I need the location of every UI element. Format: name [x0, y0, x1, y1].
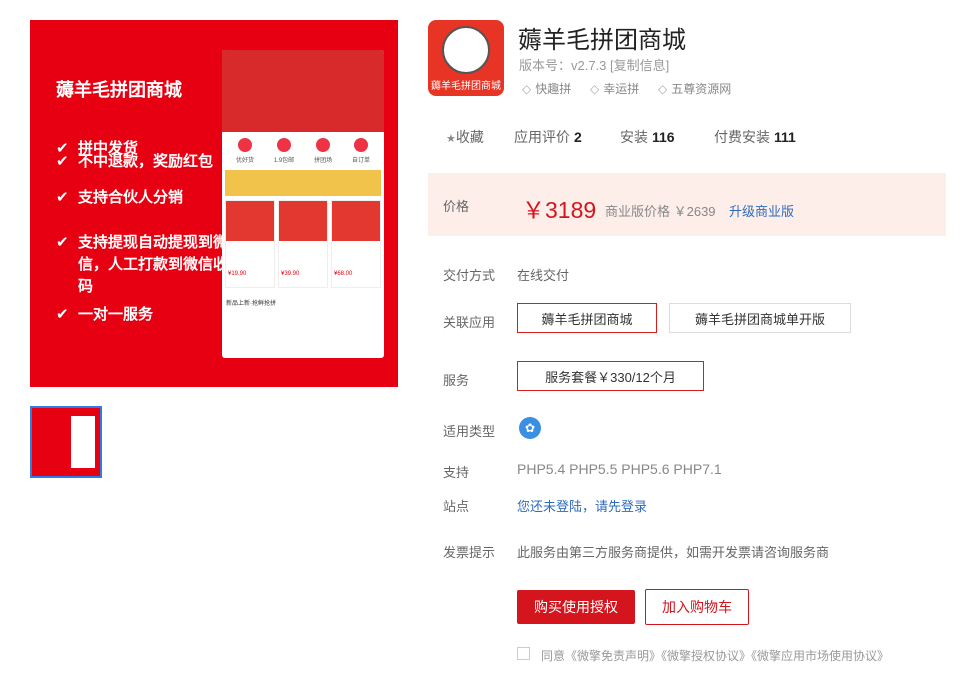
phone-mockup: 优好货 1.9包邮 拼团场 自订单 ¥19.90 ¥39.90 ¥68.00 新… — [222, 50, 384, 358]
banner-feature: ✔ 支持提现自动提现到微信，人工打款到微信收款码 — [56, 232, 244, 298]
version-info: 版本号：v2.7.3 [复制信息] — [519, 58, 670, 73]
phone-promo-band — [225, 170, 381, 196]
support-label: 支持 — [443, 465, 470, 480]
add-to-cart-button[interactable]: 加入购物车 — [645, 589, 749, 625]
delivery-label: 交付方式 — [443, 268, 496, 283]
phone-product-cards: ¥19.90 ¥39.90 ¥68.00 — [222, 196, 384, 292]
tag-item[interactable]: ◇ 快趣拼 — [522, 80, 571, 97]
app-title: 薅羊毛拼团商城 — [518, 27, 686, 54]
star-icon: ★ — [446, 133, 456, 145]
phone-hero — [222, 50, 384, 132]
upgrade-link[interactable]: 升级商业版 — [729, 201, 794, 220]
phone-icon-row: 优好货 1.9包邮 拼团场 自订单 — [222, 132, 384, 170]
price-label: 价格 — [443, 199, 470, 214]
tag-item[interactable]: ◇ 幸运拼 — [590, 80, 639, 97]
login-link[interactable]: 您还未登陆，请先登录 — [517, 496, 647, 515]
invoice-label: 发票提示 — [443, 545, 496, 560]
delivery-value: 在线交付 — [517, 268, 570, 283]
commercial-price: 商业版价格 ￥2639 — [605, 204, 716, 219]
gallery-thumbnail[interactable] — [30, 406, 102, 478]
price-value: ￥3189 — [522, 197, 597, 223]
agreement-text[interactable]: 同意《微擎免责声明》《微擎授权协议》《微擎应用市场使用协议》 — [541, 647, 889, 664]
install-stat: 安装 116 — [620, 129, 675, 145]
related-label: 关联应用 — [443, 315, 496, 330]
mini-program-icon: ✿ — [519, 417, 541, 439]
check-icon: ✔ — [56, 306, 69, 323]
service-option[interactable]: 服务套餐￥330/12个月 — [517, 361, 704, 391]
related-option-single[interactable]: 薅羊毛拼团商城单开版 — [669, 303, 851, 333]
tag-icon: ◇ — [590, 82, 600, 96]
invoice-value: 此服务由第三方服务商提供，如需开发票请咨询服务商 — [517, 545, 830, 560]
product-banner: 薅羊毛拼团商城 ✔ 拼中发货 ✔ 不中退款，奖励红包 ✔ 支持合伙人分销 ✔ 支持提现自… — [30, 20, 398, 387]
banner-feature: ✔ 支持合伙人分销 — [56, 187, 244, 209]
rating-stat[interactable]: 应用评价 2 — [514, 127, 582, 147]
tag-icon: ◇ — [658, 82, 668, 96]
check-icon: ✔ — [56, 189, 69, 206]
agree-checkbox[interactable] — [517, 647, 530, 660]
check-icon: ✔ — [56, 153, 69, 170]
paid-install-stat: 付费安装 111 — [714, 129, 796, 145]
buy-license-button[interactable]: 购买使用授权 — [517, 590, 635, 624]
tag-item[interactable]: ◇ 五尊资源网 — [658, 80, 731, 97]
check-icon: ✔ — [56, 234, 69, 251]
banner-title: 薅羊毛拼团商城 — [56, 80, 182, 100]
tag-icon: ◇ — [522, 82, 532, 96]
banner-feature: ✔ 不中退款，奖励红包 — [56, 151, 244, 173]
support-value: PHP5.4 PHP5.5 PHP5.6 PHP7.1 — [517, 461, 722, 477]
phone-footer: 新品上新·抢鲜抢拼 — [226, 301, 276, 307]
app-logo: 薅羊毛拼团商城 — [428, 20, 504, 96]
banner-feature: ✔ 一对一服务 — [56, 304, 244, 326]
sheep-icon — [442, 26, 490, 74]
service-label: 服务 — [443, 373, 470, 388]
logo-caption: 薅羊毛拼团商城 — [431, 81, 501, 92]
favorite-button[interactable]: ★收藏 — [446, 127, 484, 147]
related-option-main[interactable]: 薅羊毛拼团商城 — [517, 303, 657, 333]
type-label: 适用类型 — [443, 424, 496, 439]
site-label: 站点 — [443, 499, 470, 514]
